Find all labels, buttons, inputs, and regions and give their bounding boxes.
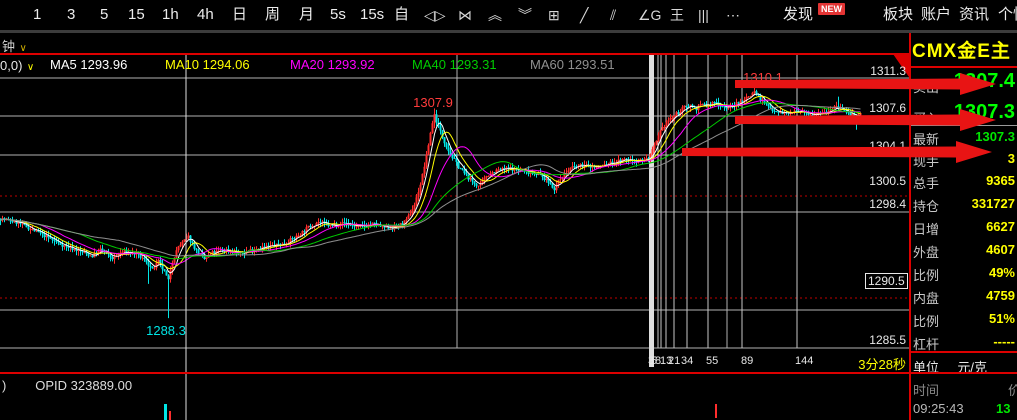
panel-divider [910, 125, 1017, 126]
fib-time-label: 21 [668, 355, 680, 367]
chevrons-down-icon[interactable]: ︾ [518, 5, 532, 25]
period-button-custom[interactable]: 自 [394, 5, 409, 25]
cur-vol-label: 现手 [913, 151, 939, 170]
period-button-15[interactable]: 15 [128, 5, 145, 25]
inner-vol-label: 内盘 [913, 288, 939, 307]
price-label: 1307.6 [846, 101, 906, 115]
layout-grid-icon[interactable]: ⊞ [548, 5, 560, 25]
period-button-5[interactable]: 5 [100, 5, 108, 25]
trendline-icon[interactable]: ╱ [580, 5, 588, 25]
ma-line-60 [1, 106, 861, 256]
leverage-value: ----- [993, 334, 1015, 349]
tape-time: 09:25:43 [913, 401, 964, 416]
inner-ratio-label: 比例 [913, 311, 939, 330]
fib-time-label: 34 [681, 355, 693, 367]
fib-time-label: 55 [706, 355, 718, 367]
sell-price[interactable]: 1307.4 [954, 70, 1015, 93]
price-label: 1285.5 [846, 333, 906, 347]
expand-horizontal-icon[interactable]: ◁▷ [424, 5, 446, 25]
tape-time-header: 时间 [913, 380, 939, 399]
indicator-param-partial[interactable]: 0,0) ∨ [0, 57, 34, 75]
gann-tool-icon[interactable]: 王 [670, 5, 684, 25]
total-vol-value: 9365 [986, 173, 1015, 188]
menu-discover[interactable]: 发现 [783, 5, 813, 25]
ma10-readout: MA10 1294.06 [165, 57, 250, 72]
golden-section-icon[interactable]: ∠G [638, 5, 661, 25]
open-interest-label: 持仓 [913, 196, 939, 215]
chevron-down-icon: ∨ [27, 62, 34, 73]
outer-ratio-value: 49% [989, 265, 1015, 280]
opid-indicator-label: ) OPID 323889.00 [2, 378, 132, 393]
ma20-readout: MA20 1293.92 [290, 57, 375, 72]
menu-news[interactable]: 资讯 [959, 5, 989, 25]
vertical-lines-icon[interactable]: ||| [698, 5, 709, 25]
price-annotation: 1307.9 [403, 95, 463, 110]
outer-ratio-label: 比例 [913, 265, 939, 284]
daily-increase-label: 日增 [913, 219, 939, 238]
buy-price[interactable]: 1307.3 [954, 101, 1015, 124]
inner-ratio-value: 51% [989, 311, 1015, 326]
last-label: 最新 [913, 129, 939, 148]
chart-bottom-border [0, 372, 1017, 374]
ma-line-5 [1, 94, 861, 273]
period-button-1h[interactable]: 1h [162, 5, 179, 25]
trading-app-window: { "toolbar": { "periods": ["1","3","5","… [0, 0, 1017, 420]
compress-horizontal-icon[interactable]: ⋈ [458, 5, 472, 25]
menu-personal[interactable]: 个性 [998, 5, 1017, 25]
chevrons-up-icon[interactable]: ︽ [488, 5, 502, 25]
parallel-lines-icon[interactable]: ⫽ [610, 5, 616, 25]
new-badge: NEW [818, 3, 845, 15]
price-label-boxed: 1290.5 [865, 273, 908, 289]
more-icon[interactable]: ⋯ [726, 5, 740, 25]
period-button-day[interactable]: 日 [232, 5, 247, 25]
total-vol-label: 总手 [913, 173, 939, 192]
price-label: 1304.1 [846, 139, 906, 153]
period-button-1[interactable]: 1 [33, 5, 41, 25]
outer-vol-value: 4607 [986, 242, 1015, 257]
chart-top-border [0, 53, 909, 55]
period-button-month[interactable]: 月 [299, 5, 314, 25]
price-label: 1300.5 [846, 174, 906, 188]
ma-line-20 [1, 100, 861, 264]
bar-countdown: 3分28秒 [848, 354, 906, 373]
top-toolbar: 1 3 5 15 1h 4h 日 周 月 5s 15s 自 ◁▷ ⋈ ︽ ︾ ⊞… [0, 0, 1017, 30]
panel-divider [911, 351, 1017, 353]
panel-left-border [909, 33, 911, 420]
ma-line-40 [1, 103, 861, 259]
open-interest-value: 331727 [972, 196, 1015, 211]
ma5-readout: MA5 1293.96 [50, 57, 127, 72]
price-label: 1298.4 [846, 197, 906, 211]
ma60-readout: MA60 1293.51 [530, 57, 615, 72]
panel-divider [911, 66, 1017, 68]
sell-label: 卖出 [913, 77, 939, 96]
price-annotation: 1310.1 [733, 70, 793, 85]
last-value: 1307.3 [975, 129, 1015, 144]
cur-vol-value: 3 [1008, 151, 1015, 166]
menu-sectors[interactable]: 板块 [883, 5, 913, 25]
toolbar-separator [0, 30, 1017, 33]
fib-time-label: 89 [741, 355, 753, 367]
price-annotation: 1288.3 [136, 323, 196, 338]
period-button-4h[interactable]: 4h [197, 5, 214, 25]
period-button-week[interactable]: 周 [265, 5, 280, 25]
candles-layer [1, 85, 861, 318]
period-button-3[interactable]: 3 [67, 5, 75, 25]
ma40-readout: MA40 1293.31 [412, 57, 497, 72]
price-label: 1311.3 [846, 64, 906, 78]
period-button-5s[interactable]: 5s [330, 5, 346, 25]
fib-time-label: 144 [795, 355, 813, 367]
tape-price: 13 [996, 401, 1010, 416]
period-button-15s[interactable]: 15s [360, 5, 384, 25]
inner-vol-value: 4759 [986, 288, 1015, 303]
tape-price-header: 价 [1008, 380, 1017, 399]
daily-increase-value: 6627 [986, 219, 1015, 234]
symbol-title[interactable]: CMX金E主 [912, 36, 1011, 63]
menu-account[interactable]: 账户 [921, 5, 951, 25]
outer-vol-label: 外盘 [913, 242, 939, 261]
